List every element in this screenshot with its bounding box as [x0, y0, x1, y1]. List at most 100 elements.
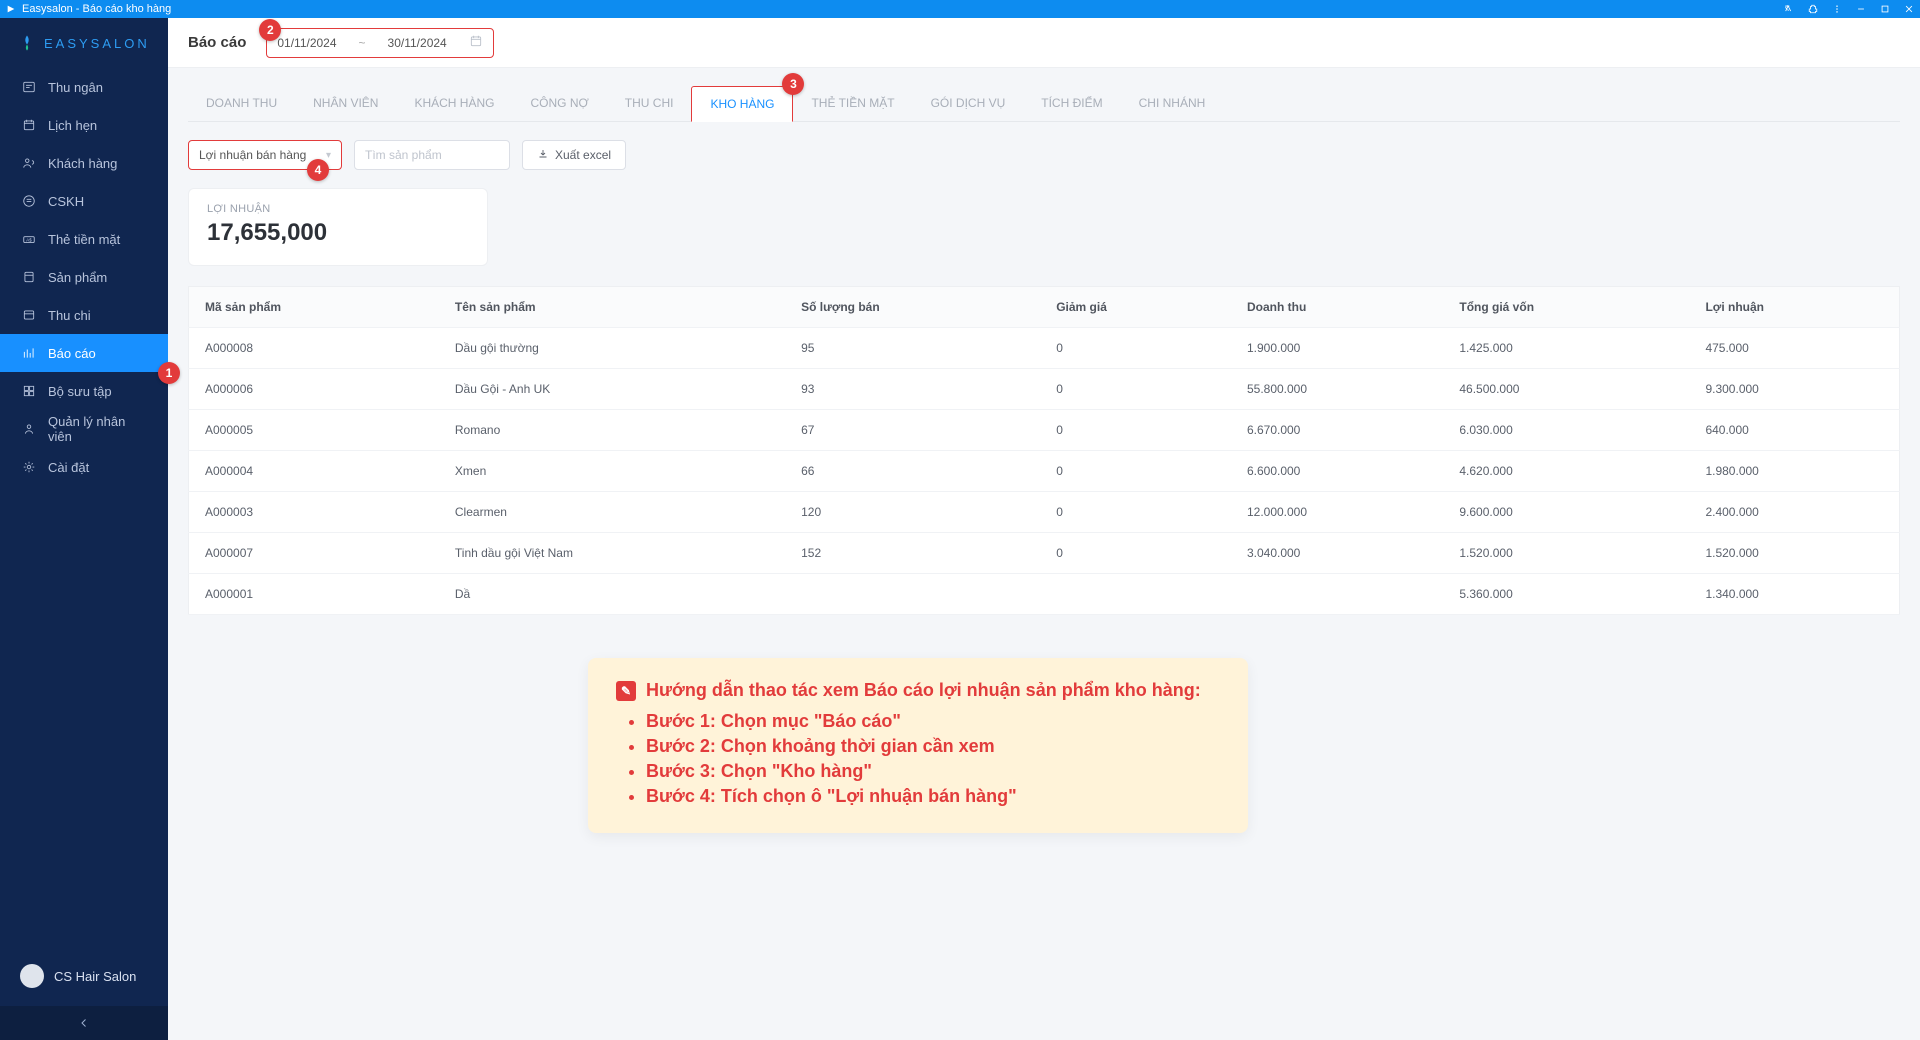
- callout-step: Bước 1: Chọn mục "Báo cáo": [646, 711, 1220, 732]
- tabs: DOANH THUNHÂN VIÊNKHÁCH HÀNGCÔNG NỢTHU C…: [188, 86, 1900, 122]
- sidebar-item-label: Thu ngân: [48, 80, 103, 95]
- topbar: Báo cáo 2 01/11/2024 ~ 30/11/2024: [168, 18, 1920, 68]
- chevron-down-icon: ▾: [326, 150, 331, 161]
- table-row[interactable]: A000004Xmen6606.600.0004.620.0001.980.00…: [189, 451, 1900, 492]
- table-row[interactable]: A000007Tinh dầu gội Việt Nam15203.040.00…: [189, 533, 1900, 574]
- column-header: Giảm giá: [1040, 287, 1231, 328]
- cell: 0: [1040, 451, 1231, 492]
- cell: Dầ: [439, 574, 785, 615]
- toolbar: Lợi nhuận bán hàng ▾ 4 Xuất excel: [188, 140, 1900, 170]
- user-block[interactable]: CS Hair Salon: [0, 946, 168, 1006]
- sidebar-item-9[interactable]: Quản lý nhân viên: [0, 410, 168, 448]
- cell: [1040, 574, 1231, 615]
- cell: 66: [785, 451, 1040, 492]
- tab-nhân-viên[interactable]: NHÂN VIÊN: [295, 86, 396, 121]
- tab-công-nợ[interactable]: CÔNG NỢ: [512, 86, 606, 121]
- svg-text:A$: A$: [26, 237, 32, 242]
- window-maximize-icon[interactable]: [1880, 4, 1890, 14]
- sidebar-icon: [22, 194, 36, 208]
- collapse-sidebar-button[interactable]: [0, 1006, 168, 1040]
- cell: 6.670.000: [1231, 410, 1443, 451]
- window-title: Easysalon - Báo cáo kho hàng: [22, 3, 171, 15]
- marker-2: 2: [259, 19, 281, 41]
- cell: 4.620.000: [1443, 451, 1689, 492]
- cell: A000001: [189, 574, 439, 615]
- table-row[interactable]: A000001Dầ 5.360.0001.340.000: [189, 574, 1900, 615]
- cell: 9.600.000: [1443, 492, 1689, 533]
- sidebar-item-3[interactable]: CSKH: [0, 182, 168, 220]
- tab-thẻ-tiền-mặt[interactable]: THẺ TIỀN MẶT: [793, 86, 912, 121]
- table-row[interactable]: A000003Clearmen120012.000.0009.600.0002.…: [189, 492, 1900, 533]
- sidebar-item-label: Thu chi: [48, 308, 91, 323]
- brand-logo: EASYSALON: [0, 18, 168, 68]
- sidebar-item-2[interactable]: Khách hàng: [0, 144, 168, 182]
- column-header: Tên sản phẩm: [439, 287, 785, 328]
- instruction-callout: ✎ Hướng dẫn thao tác xem Báo cáo lợi nhu…: [588, 658, 1248, 833]
- sidebar-item-1[interactable]: Lịch hẹn: [0, 106, 168, 144]
- calendar-icon: [469, 34, 483, 51]
- sidebar-icon: [22, 156, 36, 170]
- cell: Dầu gội thường: [439, 328, 785, 369]
- chrome-extension-icon[interactable]: [1808, 4, 1818, 14]
- tab-tích-điểm[interactable]: TÍCH ĐIỂM: [1023, 86, 1120, 121]
- marker-4: 4: [307, 159, 329, 181]
- tab-doanh-thu[interactable]: DOANH THU: [188, 86, 295, 121]
- cell: 3.040.000: [1231, 533, 1443, 574]
- export-label: Xuất excel: [555, 148, 611, 162]
- table-row[interactable]: A000005Romano6706.670.0006.030.000640.00…: [189, 410, 1900, 451]
- cell: 2.400.000: [1689, 492, 1899, 533]
- cell: 0: [1040, 328, 1231, 369]
- window-minimize-icon[interactable]: [1856, 4, 1866, 14]
- sidebar-icon: [22, 346, 36, 360]
- table-row[interactable]: A000008Dầu gội thường9501.900.0001.425.0…: [189, 328, 1900, 369]
- sidebar-item-4[interactable]: A$Thẻ tiền mặt: [0, 220, 168, 258]
- cell: 0: [1040, 492, 1231, 533]
- date-range-picker[interactable]: 2 01/11/2024 ~ 30/11/2024: [266, 28, 493, 58]
- sidebar-icon: [22, 384, 36, 398]
- table-row[interactable]: A000006Dầu Gội - Anh UK93055.800.00046.5…: [189, 369, 1900, 410]
- sidebar-item-8[interactable]: Bộ sưu tập: [0, 372, 168, 410]
- sidebar-item-6[interactable]: Thu chi: [0, 296, 168, 334]
- cell: 0: [1040, 369, 1231, 410]
- sidebar-item-0[interactable]: Thu ngân: [0, 68, 168, 106]
- cell: Romano: [439, 410, 785, 451]
- column-header: Lợi nhuận: [1689, 287, 1899, 328]
- chrome-more-icon[interactable]: [1832, 4, 1842, 14]
- callout-title: Hướng dẫn thao tác xem Báo cáo lợi nhuận…: [646, 680, 1201, 701]
- profit-card: LỢI NHUẬN 17,655,000: [188, 188, 488, 266]
- window-close-icon[interactable]: [1904, 4, 1914, 14]
- search-input[interactable]: [354, 140, 510, 170]
- report-type-select[interactable]: Lợi nhuận bán hàng ▾ 4: [188, 140, 342, 170]
- sidebar-item-10[interactable]: Cài đặt: [0, 448, 168, 486]
- export-excel-button[interactable]: Xuất excel: [522, 140, 626, 170]
- report-table: Mã sản phẩmTên sản phẩmSố lượng bánGiảm …: [188, 286, 1900, 615]
- date-separator: ~: [359, 36, 366, 50]
- cell: A000005: [189, 410, 439, 451]
- cell: Clearmen: [439, 492, 785, 533]
- download-icon: [537, 148, 549, 163]
- cell: 1.340.000: [1689, 574, 1899, 615]
- cell: A000008: [189, 328, 439, 369]
- tab-khách-hàng[interactable]: KHÁCH HÀNG: [396, 86, 512, 121]
- tab-thu-chi[interactable]: THU CHI: [607, 86, 692, 121]
- cell: 475.000: [1689, 328, 1899, 369]
- tab-kho-hàng[interactable]: KHO HÀNG3: [691, 86, 793, 122]
- cell: 9.300.000: [1689, 369, 1899, 410]
- column-header: Số lượng bán: [785, 287, 1040, 328]
- cell: 5.360.000: [1443, 574, 1689, 615]
- cell: 0: [1040, 533, 1231, 574]
- cell: 0: [1040, 410, 1231, 451]
- cell: 95: [785, 328, 1040, 369]
- sidebar-item-5[interactable]: Sản phẩm: [0, 258, 168, 296]
- chrome-translate-icon[interactable]: [1784, 4, 1794, 14]
- column-header: Tổng giá vốn: [1443, 287, 1689, 328]
- sidebar-icon: A$: [22, 232, 36, 246]
- cell: 55.800.000: [1231, 369, 1443, 410]
- column-header: Mã sản phẩm: [189, 287, 439, 328]
- date-end: 30/11/2024: [388, 36, 447, 50]
- stat-label: LỢI NHUẬN: [207, 203, 469, 215]
- select-value: Lợi nhuận bán hàng: [199, 148, 306, 162]
- tab-gói-dịch-vụ[interactable]: GÓI DỊCH VỤ: [913, 86, 1024, 121]
- sidebar-item-7[interactable]: Báo cáo1: [0, 334, 168, 372]
- tab-chi-nhánh[interactable]: CHI NHÁNH: [1121, 86, 1224, 121]
